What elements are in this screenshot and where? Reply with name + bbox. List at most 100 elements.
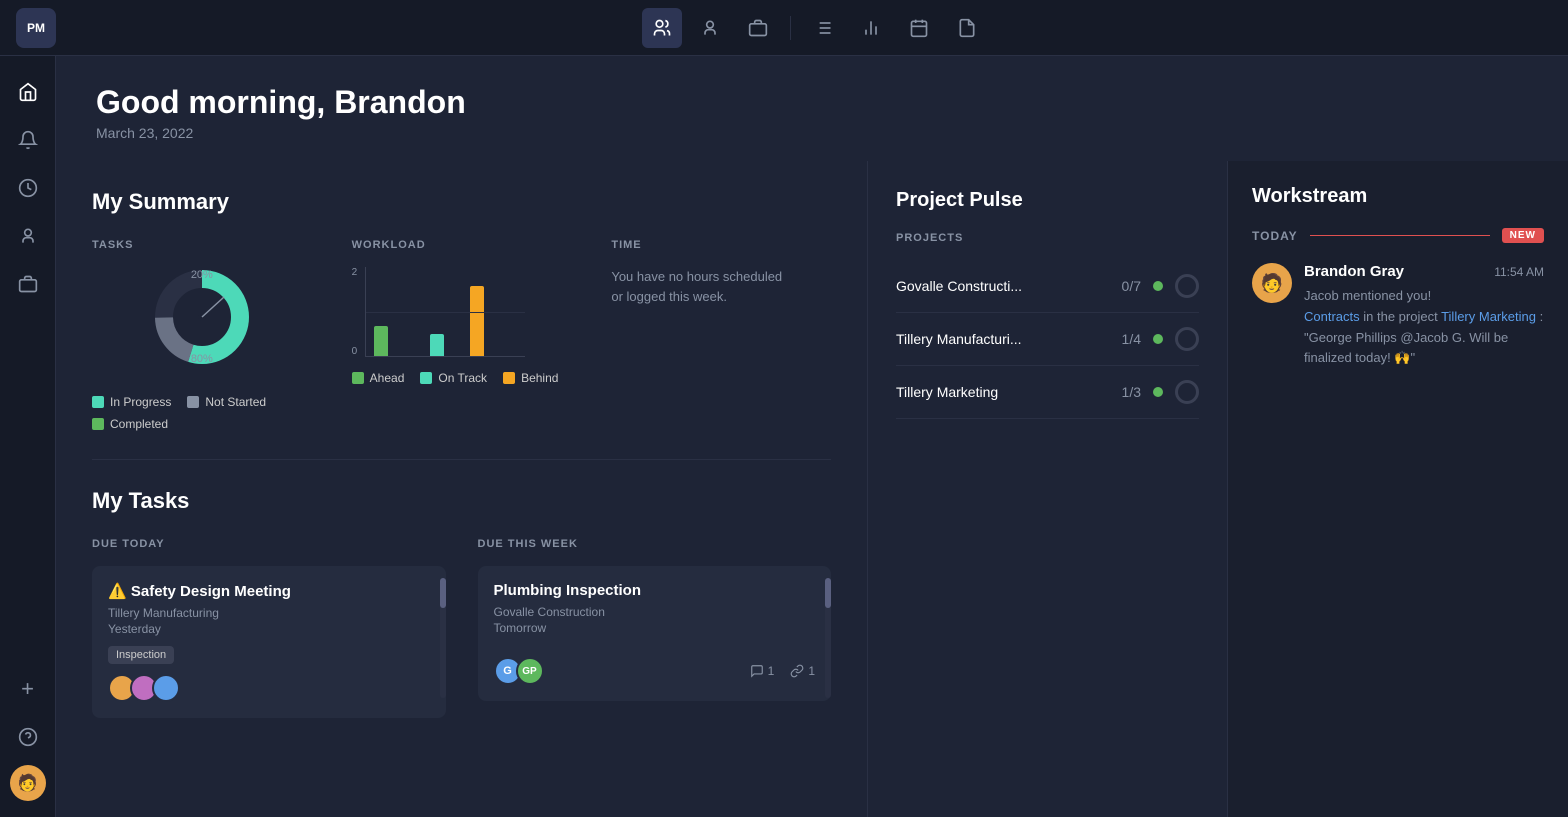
legend-inprogress: In Progress	[92, 395, 171, 409]
due-today-label: DUE TODAY	[92, 538, 446, 550]
ontrack-label: On Track	[438, 371, 487, 385]
legend-completed: Completed	[92, 417, 168, 431]
workstream-link-tillery[interactable]: Tillery Marketing	[1441, 309, 1536, 324]
page-header: Good morning, Brandon March 23, 2022	[56, 56, 1568, 161]
workstream-today-label: TODAY	[1252, 229, 1298, 243]
plumbing-avatar-2: GP	[516, 657, 544, 685]
my-summary-title: My Summary	[92, 189, 831, 215]
task-avatars-safety	[108, 674, 430, 702]
project-row-2: Tillery Marketing 1/3	[896, 366, 1199, 419]
sidebar-user-avatar[interactable]: 🧑	[10, 765, 46, 801]
task-date-safety: Yesterday	[108, 622, 430, 636]
workload-legend: Ahead On Track Behind	[352, 371, 572, 385]
comment-num: 1	[768, 664, 775, 678]
legend-ahead: Ahead	[352, 371, 405, 385]
behind-dot	[503, 372, 515, 384]
project-row-0: Govalle Constructi... 0/7	[896, 260, 1199, 313]
sidebar-portfolio-icon[interactable]	[8, 264, 48, 304]
project-ring-0	[1175, 274, 1199, 298]
workstream-link-contracts[interactable]: Contracts	[1304, 309, 1360, 324]
time-block: TIME You have no hours scheduled or logg…	[611, 239, 831, 306]
project-ring-1	[1175, 327, 1199, 351]
workstream-mention: Jacob mentioned you!	[1304, 288, 1431, 303]
project-pulse-title: Project Pulse	[896, 189, 1199, 212]
project-name-2: Tillery Marketing	[896, 384, 1122, 400]
pie-container: 20%	[92, 267, 312, 431]
project-name-1: Tillery Manufacturi...	[896, 331, 1122, 347]
workstream-middle-text: in the project	[1363, 309, 1441, 324]
sidebar-clock-icon[interactable]	[8, 168, 48, 208]
nav-chart-btn[interactable]	[851, 8, 891, 48]
three-cols: My Summary TASKS 20%	[56, 161, 1568, 817]
app-logo[interactable]: PM	[16, 8, 56, 48]
bar-group-3	[454, 286, 484, 356]
due-today-col: DUE TODAY ⚠️ Safety Design Meeting Tille…	[92, 538, 446, 730]
nav-doc-btn[interactable]	[947, 8, 987, 48]
y-label-2: 2	[352, 267, 358, 278]
workstream-time: 11:54 AM	[1494, 265, 1544, 279]
notstarted-dot	[187, 396, 199, 408]
bar-group-2	[414, 334, 444, 356]
completed-label: Completed	[110, 417, 168, 431]
link-num: 1	[808, 664, 815, 678]
pie-pct-bottom: 80%	[191, 353, 213, 365]
scroll-track	[440, 578, 446, 698]
top-nav-icons	[76, 8, 1552, 48]
summary-row: TASKS 20%	[92, 239, 831, 431]
workstream-body: Brandon Gray 11:54 AM Jacob mentioned yo…	[1304, 263, 1544, 369]
completed-dot	[92, 418, 104, 430]
project-name-0: Govalle Constructi...	[896, 278, 1122, 294]
sidebar-add-icon[interactable]: +	[8, 669, 48, 709]
link-count: 1	[790, 664, 815, 678]
page-greeting: Good morning, Brandon	[96, 84, 1528, 121]
nav-list-btn[interactable]	[803, 8, 843, 48]
task-title-plumbing: Plumbing Inspection	[494, 582, 816, 599]
content-area: Good morning, Brandon March 23, 2022 My …	[56, 56, 1568, 817]
tasks-legend: In Progress Not Started Completed	[92, 395, 312, 431]
task-meta-plumbing: 1 1	[750, 664, 815, 678]
legend-notstarted: Not Started	[187, 395, 266, 409]
task-project-safety: Tillery Manufacturing	[108, 606, 430, 620]
sidebar-people-icon[interactable]	[8, 216, 48, 256]
top-nav: PM	[0, 0, 1568, 56]
nav-divider	[790, 16, 791, 40]
task-card-safety: ⚠️ Safety Design Meeting Tillery Manufac…	[92, 566, 446, 718]
task-tag-inspection: Inspection	[108, 646, 174, 664]
ahead-dot	[352, 372, 364, 384]
task-project-plumbing: Govalle Construction	[494, 605, 816, 619]
nav-calendar-btn[interactable]	[899, 8, 939, 48]
sidebar-help-icon[interactable]	[8, 717, 48, 757]
sidebar-bottom: + 🧑	[8, 669, 48, 801]
project-ring-2	[1175, 380, 1199, 404]
project-count-1: 1/4	[1122, 331, 1141, 347]
due-thisweek-label: DUE THIS WEEK	[478, 538, 832, 550]
workstream-title: Workstream	[1252, 185, 1544, 208]
ahead-label: Ahead	[370, 371, 405, 385]
sidebar-notification-icon[interactable]	[8, 120, 48, 160]
workstream-name: Brandon Gray	[1304, 263, 1404, 280]
bar-chart	[365, 267, 525, 357]
projects-label: PROJECTS	[896, 232, 1199, 244]
workstream-panel: Workstream TODAY NEW 🧑 Brandon Gray 11:5…	[1228, 161, 1568, 393]
task-avatars-plumbing: G GP	[494, 657, 538, 685]
time-label: TIME	[611, 239, 831, 251]
inprogress-label: In Progress	[110, 395, 171, 409]
workload-label: WORKLOAD	[352, 239, 572, 251]
comment-count: 1	[750, 664, 775, 678]
summary-divider	[92, 459, 831, 460]
nav-team-btn[interactable]	[690, 8, 730, 48]
behind-label: Behind	[521, 371, 558, 385]
scroll-thumb	[440, 578, 446, 608]
sidebar-home-icon[interactable]	[8, 72, 48, 112]
project-status-dot-2	[1153, 387, 1163, 397]
bar-ahead-1	[374, 326, 388, 356]
nav-briefcase-btn[interactable]	[738, 8, 778, 48]
y-label-0: 0	[352, 346, 358, 357]
project-row-1: Tillery Manufacturi... 1/4	[896, 313, 1199, 366]
nav-people-btn[interactable]	[642, 8, 682, 48]
task-title-safety: ⚠️ Safety Design Meeting	[108, 582, 430, 600]
workstream-header: Brandon Gray 11:54 AM	[1304, 263, 1544, 280]
ontrack-dot	[420, 372, 432, 384]
project-count-2: 1/3	[1122, 384, 1141, 400]
bar-ontrack-2	[430, 334, 444, 356]
